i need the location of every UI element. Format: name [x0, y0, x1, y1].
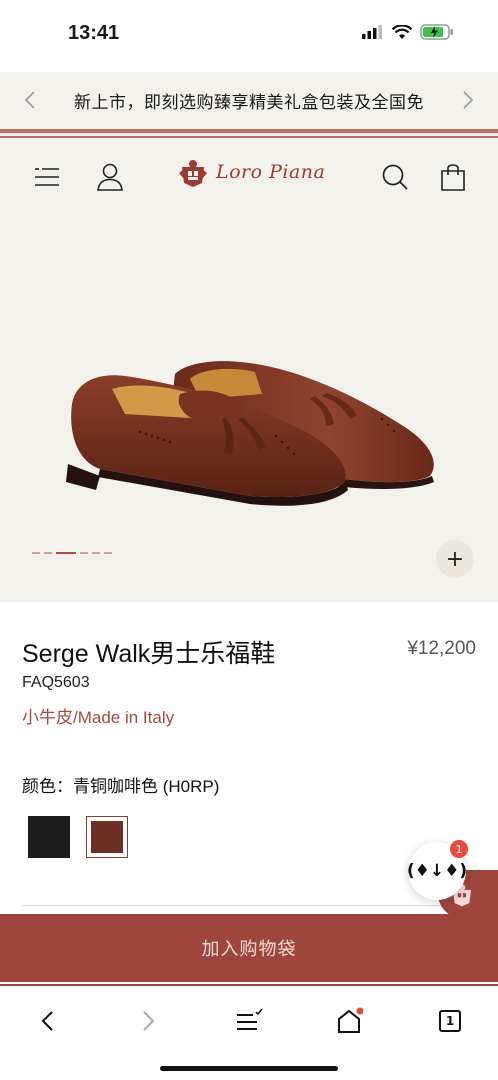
product-name: Serge Walk男士乐福鞋 [22, 640, 276, 668]
gallery-dot-active[interactable] [56, 552, 76, 554]
announcement-bar: 新上市，即刻选购臻享精美礼盒包装及全国免 [0, 72, 498, 128]
menu-button[interactable] [30, 160, 64, 194]
shopping-bag-button[interactable] [436, 160, 470, 194]
home-indicator [160, 1066, 338, 1071]
color-label: 颜色：青铜咖啡色 (H0RP) [22, 777, 220, 796]
tab-count: 1 [445, 1014, 455, 1028]
user-icon [97, 163, 123, 191]
account-button[interactable] [93, 160, 127, 194]
signal-icon [362, 25, 382, 39]
gallery-pagination [32, 552, 112, 554]
product-price: ¥12,200 [407, 638, 476, 659]
battery-icon [420, 24, 453, 40]
tab-menu-button[interactable] [232, 1004, 266, 1038]
back-button[interactable] [30, 1004, 64, 1038]
brand-name: Loro Piana [216, 161, 326, 183]
product-material: 小牛皮/Made in Italy [22, 708, 175, 727]
home-icon [338, 1007, 363, 1033]
decorative-line [0, 984, 498, 986]
color-swatch-black[interactable] [28, 816, 70, 858]
divider [22, 905, 476, 906]
product-image[interactable] [0, 214, 498, 602]
list-menu-icon [237, 1009, 263, 1030]
gallery-dot[interactable] [80, 552, 88, 554]
add-to-bag-button[interactable]: 加入购物袋 [0, 914, 498, 986]
announcement-next-button[interactable] [456, 86, 480, 114]
zoom-button[interactable]: + [436, 540, 474, 578]
menu-icon [35, 168, 59, 186]
decorative-stripes [0, 128, 498, 140]
forward-button[interactable] [132, 1004, 166, 1038]
gallery-dot[interactable] [92, 552, 100, 554]
status-icons [362, 24, 454, 40]
brand-logo[interactable]: Loro Piana [176, 155, 325, 189]
chevron-right-icon [143, 1011, 155, 1031]
tabs-button[interactable]: 1 [433, 1004, 467, 1038]
home-button[interactable] [332, 1004, 366, 1038]
notification-badge: 1 [450, 840, 468, 858]
announcement-prev-button[interactable] [18, 86, 42, 114]
search-button[interactable] [378, 160, 412, 194]
chevron-left-icon [24, 91, 35, 109]
gallery-dot[interactable] [32, 552, 40, 554]
chevron-right-icon [463, 91, 474, 109]
wifi-icon [392, 24, 412, 39]
product-gallery[interactable]: + [0, 214, 498, 602]
shopping-bag-icon [441, 164, 465, 191]
search-icon [382, 164, 408, 190]
color-swatch-bronze-coffee[interactable] [86, 816, 128, 858]
brand-crest-icon [179, 160, 207, 187]
gallery-dot[interactable] [104, 552, 112, 554]
status-time: 13:41 [68, 22, 120, 44]
status-bar: 13:41 [0, 0, 498, 70]
product-sku: FAQ5603 [22, 674, 90, 691]
add-to-bag-label: 加入购物袋 [201, 939, 297, 960]
announcement-text[interactable]: 新上市，即刻选购臻享精美礼盒包装及全国免 [74, 88, 424, 113]
site-header: Loro Piana [0, 140, 498, 214]
chevron-left-icon [41, 1011, 53, 1031]
gallery-dot[interactable] [44, 552, 52, 554]
